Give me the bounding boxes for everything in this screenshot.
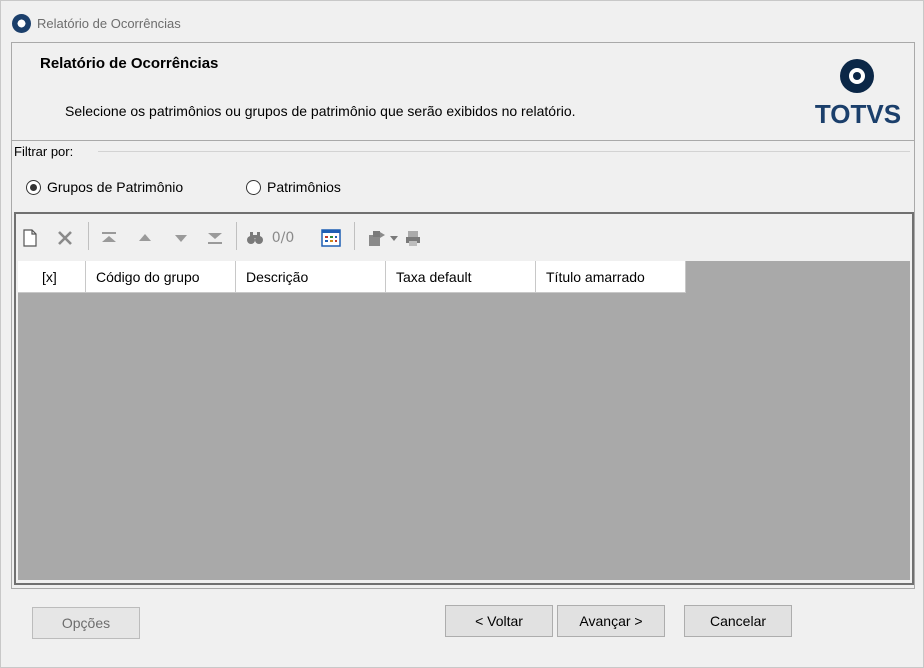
options-button[interactable]: Opções [32, 607, 140, 639]
radio-checked-icon[interactable] [26, 179, 41, 195]
column-header-codigo[interactable]: Código do grupo [86, 261, 236, 293]
grid-header-row: [x] Código do grupo Descrição Taxa defau… [18, 261, 686, 293]
toolbar-separator [236, 222, 237, 250]
cancel-button[interactable]: Cancelar [684, 605, 792, 637]
window-title: Relatório de Ocorrências [37, 16, 181, 31]
radio-unchecked-icon[interactable] [246, 179, 261, 195]
column-header-titulo[interactable]: Título amarrado [536, 261, 686, 293]
grid-layout-icon[interactable] [320, 228, 342, 248]
dropdown-arrow-icon[interactable] [388, 228, 400, 248]
header-title: Relatório de Ocorrências [40, 55, 219, 72]
process-icon[interactable] [366, 228, 388, 248]
wizard-header: Relatório de Ocorrências Selecione os pa… [11, 42, 915, 140]
next-record-icon[interactable] [170, 228, 192, 248]
grid-panel: 0/0 [x] Código do grupo Descrição Taxa d… [14, 212, 914, 585]
record-counter: 0/0 [271, 230, 295, 246]
back-button[interactable]: < Voltar [445, 605, 553, 637]
new-document-icon[interactable] [20, 228, 40, 248]
column-header-descricao[interactable]: Descrição [236, 261, 386, 293]
print-icon[interactable] [402, 228, 424, 248]
logo-mark-icon [840, 59, 874, 93]
last-record-icon[interactable] [204, 228, 226, 248]
radio-label-grupos: Grupos de Patrimônio [47, 179, 184, 195]
radio-patrimonios[interactable]: Patrimônios [246, 178, 341, 196]
data-grid[interactable]: [x] Código do grupo Descrição Taxa defau… [18, 261, 910, 580]
next-button[interactable]: Avançar > [557, 605, 665, 637]
totvs-logo: TOTVS [810, 55, 906, 135]
footer-divider [11, 588, 915, 589]
toolbar-separator [88, 222, 89, 250]
filter-divider [98, 151, 910, 152]
first-record-icon[interactable] [98, 228, 120, 248]
filter-label: Filtrar por: [14, 144, 74, 159]
logo-text: TOTVS [814, 99, 902, 129]
app-icon [12, 14, 31, 33]
find-icon[interactable] [244, 228, 266, 248]
title-bar: Relatório de Ocorrências [1, 1, 923, 41]
header-description: Selecione os patrimônios ou grupos de pa… [65, 103, 576, 119]
column-header-select[interactable]: [x] [18, 261, 86, 293]
wizard-window: Relatório de Ocorrências Relatório de Oc… [0, 0, 924, 668]
delete-icon[interactable] [54, 228, 76, 248]
radio-grupos-de-patrimonio[interactable]: Grupos de Patrimônio [26, 178, 183, 196]
radio-label-patrimonios: Patrimônios [267, 179, 341, 195]
toolbar-separator [354, 222, 355, 250]
grid-toolbar: 0/0 [16, 214, 912, 259]
wizard-content: Filtrar por: Grupos de Patrimônio Patrim… [11, 140, 915, 588]
column-header-taxa[interactable]: Taxa default [386, 261, 536, 293]
previous-record-icon[interactable] [134, 228, 156, 248]
